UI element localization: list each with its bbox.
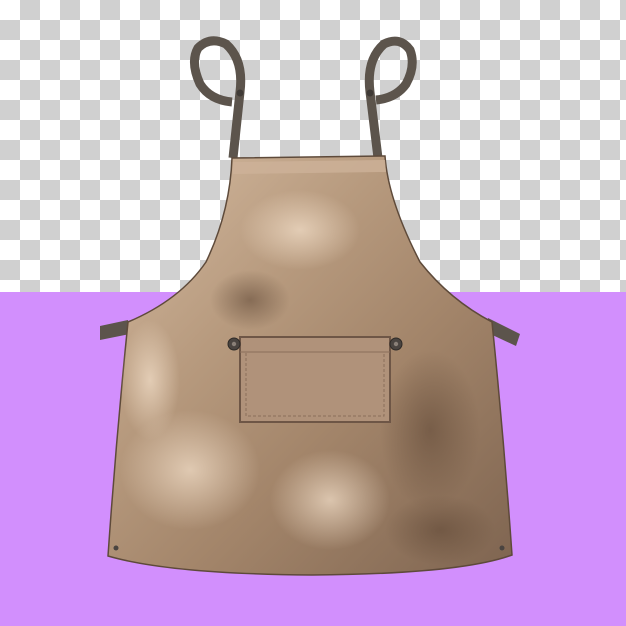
image-canvas: [0, 0, 626, 626]
apron-icon: [100, 36, 520, 576]
waist-tie-left: [100, 320, 130, 340]
top-hem: [233, 160, 386, 174]
neck-strap-left: [190, 36, 246, 159]
front-pocket: [239, 336, 391, 423]
neck-strap-right: [364, 36, 417, 159]
